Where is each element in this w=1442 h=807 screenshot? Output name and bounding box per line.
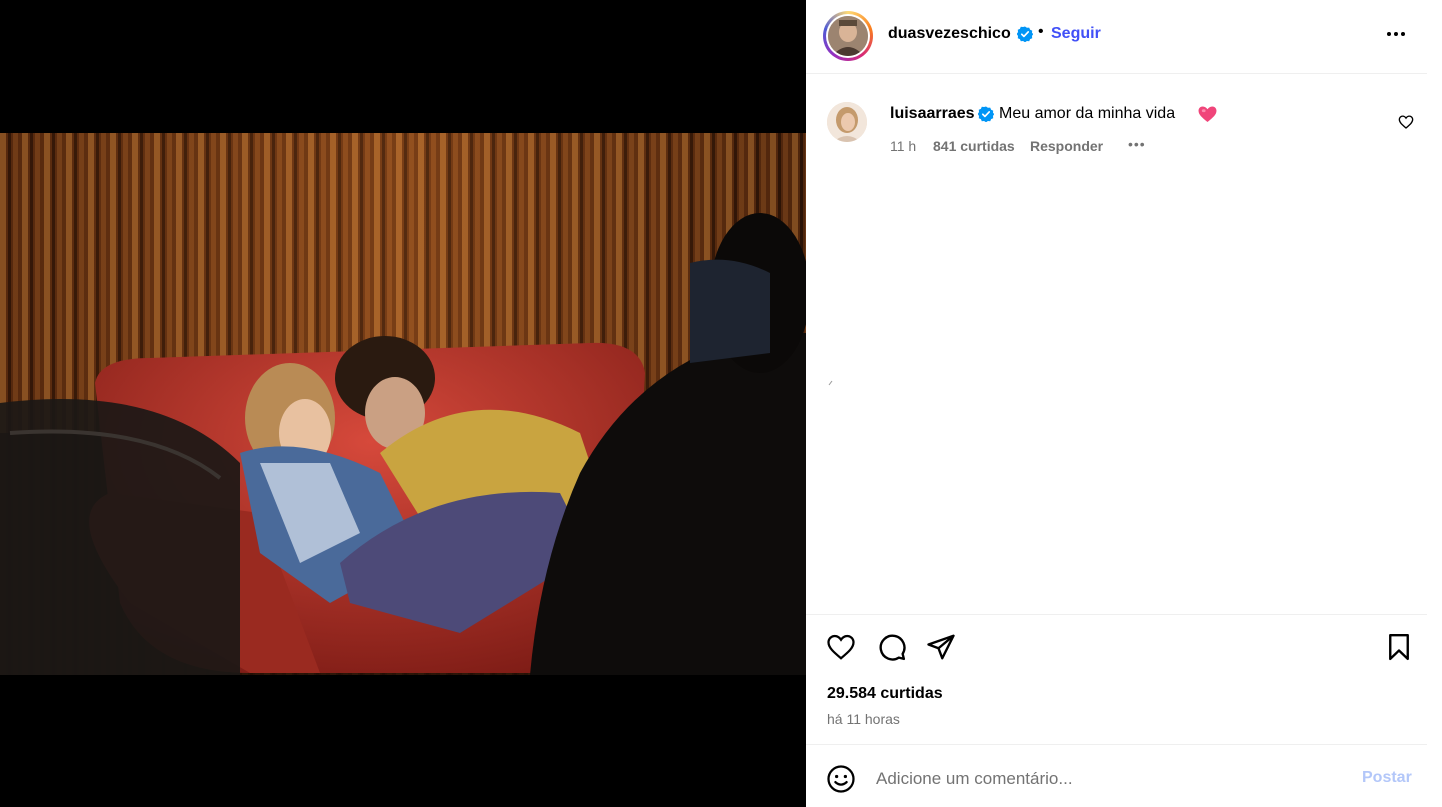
actions-divider xyxy=(806,614,1427,615)
composer-divider xyxy=(806,744,1427,745)
author-username[interactable]: duasvezeschico xyxy=(888,25,1011,43)
comment-time[interactable]: 11 h xyxy=(890,138,916,154)
post-photo[interactable] xyxy=(0,133,806,675)
more-options-icon[interactable] xyxy=(1384,22,1408,46)
heart-icon[interactable] xyxy=(826,632,856,662)
comment-input[interactable] xyxy=(876,766,1346,792)
author-avatar[interactable] xyxy=(823,11,873,61)
comment-icon[interactable] xyxy=(877,632,907,662)
loading-mark-icon xyxy=(828,380,833,386)
post-comment-button[interactable]: Postar xyxy=(1362,769,1412,787)
post-side-panel: duasvezeschico • Seguir luisaarraes Meu … xyxy=(806,0,1427,807)
bookmark-icon[interactable] xyxy=(1384,632,1414,662)
verified-badge-icon xyxy=(1017,26,1033,42)
comment-more-button[interactable]: ••• xyxy=(1128,136,1146,152)
reply-button[interactable]: Responder xyxy=(1030,138,1103,154)
share-icon[interactable] xyxy=(926,632,956,662)
post-time[interactable]: há 11 horas xyxy=(827,711,900,727)
post-media xyxy=(0,0,806,807)
comment-username[interactable]: luisaarraes xyxy=(890,105,975,123)
instagram-post-modal: duasvezeschico • Seguir luisaarraes Meu … xyxy=(0,0,1442,807)
post-header: duasvezeschico • Seguir xyxy=(806,0,1427,74)
header-separator: • xyxy=(1038,23,1044,40)
author-avatar-image xyxy=(828,16,868,56)
emoji-icon[interactable] xyxy=(826,764,856,794)
post-likes-count[interactable]: 29.584 curtidas xyxy=(827,685,943,703)
comment-likes[interactable]: 841 curtidas xyxy=(933,138,1015,154)
post-photo-image xyxy=(0,133,806,675)
follow-button[interactable]: Seguir xyxy=(1051,25,1101,43)
comment-text: Meu amor da minha vida xyxy=(999,105,1176,122)
heart-icon[interactable] xyxy=(1398,114,1414,130)
scrollbar-gutter xyxy=(1427,0,1442,807)
pink-heart-emoji-icon xyxy=(1198,106,1217,123)
commenter-avatar[interactable] xyxy=(827,102,867,142)
verified-badge-icon xyxy=(978,106,994,122)
